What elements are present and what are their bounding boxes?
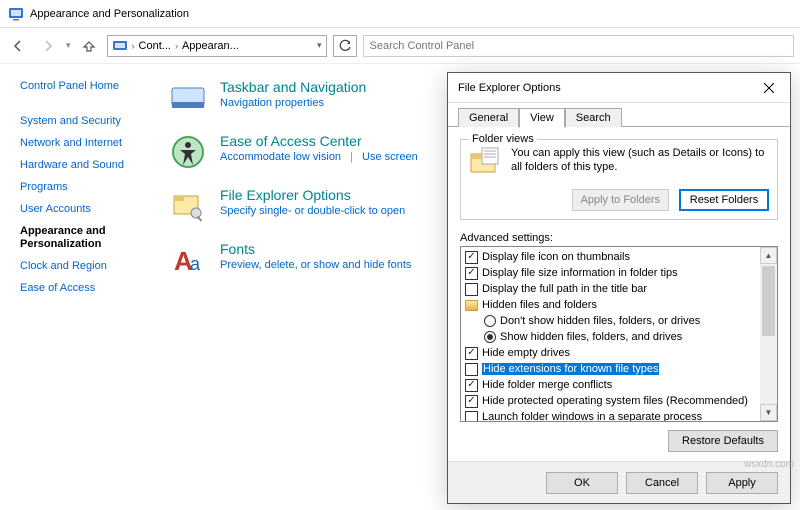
opt-hide-extensions[interactable]: Hide extensions for known file types [482, 363, 659, 375]
scroll-thumb[interactable] [762, 266, 775, 336]
left-nav-clock-region[interactable]: Clock and Region [20, 260, 154, 273]
opt-hide-merge-conflicts[interactable]: Hide folder merge conflicts [482, 379, 612, 391]
opt-launch-separate-process[interactable]: Launch folder windows in a separate proc… [482, 411, 702, 421]
link-accommodate-low-vision[interactable]: Accommodate low vision [220, 151, 341, 163]
breadcrumb-appearance[interactable]: Appearan... [180, 40, 241, 52]
cancel-button[interactable]: Cancel [626, 472, 698, 494]
file-explorer-options-dialog: File Explorer Options General View Searc… [447, 72, 791, 504]
advanced-settings-tree[interactable]: ✓Display file icon on thumbnails ✓Displa… [460, 246, 778, 422]
folder-views-icon [469, 146, 501, 181]
left-nav-hardware-sound[interactable]: Hardware and Sound [20, 159, 154, 172]
dialog-button-row: OK Cancel Apply [448, 461, 790, 503]
tab-search[interactable]: Search [565, 108, 622, 127]
left-nav-appearance-personalization[interactable]: Appearance and Personalization [20, 225, 154, 251]
forward-button[interactable] [36, 34, 60, 58]
back-button[interactable] [6, 34, 30, 58]
advanced-settings-label: Advanced settings: [460, 232, 778, 244]
ok-button[interactable]: OK [546, 472, 618, 494]
file-explorer-options-icon [168, 186, 208, 226]
refresh-button[interactable] [333, 35, 357, 57]
apply-button[interactable]: Apply [706, 472, 778, 494]
opt-hide-protected-os-files[interactable]: Hide protected operating system files (R… [482, 395, 748, 407]
reset-folders-button[interactable]: Reset Folders [679, 189, 769, 211]
history-chevron-icon[interactable]: ▾ [66, 40, 71, 51]
fonts-icon: Aa [168, 240, 208, 280]
left-nav-user-accounts[interactable]: User Accounts [20, 203, 154, 216]
dialog-title: File Explorer Options [458, 82, 748, 94]
link-single-double-click[interactable]: Specify single- or double-click to open [220, 205, 405, 217]
scroll-up-button[interactable]: ▲ [760, 247, 777, 264]
opt-display-file-size[interactable]: Display file size information in folder … [482, 267, 678, 279]
left-nav-network-internet[interactable]: Network and Internet [20, 137, 154, 150]
chevron-right-icon[interactable]: › [173, 41, 180, 51]
close-button[interactable] [748, 74, 790, 102]
folder-icon [465, 300, 478, 311]
search-input[interactable] [363, 35, 794, 57]
taskbar-icon [168, 78, 208, 118]
opt-hide-empty-drives[interactable]: Hide empty drives [482, 347, 570, 359]
opt-dont-show-hidden[interactable]: Don't show hidden files, folders, or dri… [500, 315, 700, 327]
tab-general[interactable]: General [458, 108, 519, 127]
window-titlebar: Appearance and Personalization [0, 0, 800, 28]
chevron-down-icon[interactable]: ▾ [315, 40, 324, 51]
window-title: Appearance and Personalization [30, 8, 189, 20]
svg-text:a: a [190, 254, 201, 274]
link-fonts-preview[interactable]: Preview, delete, or show and hide fonts [220, 259, 411, 271]
ease-of-access-icon [168, 132, 208, 172]
control-panel-home-link[interactable]: Control Panel Home [20, 80, 154, 93]
navigation-toolbar: ▾ › Cont... › Appearan... ▾ [0, 28, 800, 64]
left-nav-system-security[interactable]: System and Security [20, 115, 154, 128]
control-panel-tiny-icon [112, 38, 128, 54]
dialog-titlebar[interactable]: File Explorer Options [448, 73, 790, 103]
opt-show-hidden[interactable]: Show hidden files, folders, and drives [500, 331, 682, 343]
chevron-right-icon[interactable]: › [130, 41, 137, 51]
up-button[interactable] [77, 34, 101, 58]
opt-hidden-files-folder: Hidden files and folders [482, 299, 597, 311]
left-nav: Control Panel Home System and Security N… [0, 64, 158, 510]
left-nav-programs[interactable]: Programs [20, 181, 154, 194]
apply-to-folders-button[interactable]: Apply to Folders [572, 189, 669, 211]
folder-views-description: You can apply this view (such as Details… [511, 146, 769, 174]
tab-strip: General View Search [448, 103, 790, 127]
breadcrumb-control-panel[interactable]: Cont... [137, 40, 173, 52]
scroll-down-button[interactable]: ▼ [760, 404, 777, 421]
restore-defaults-button[interactable]: Restore Defaults [668, 430, 778, 452]
tree-scrollbar[interactable]: ▲ ▼ [760, 247, 777, 421]
opt-display-file-icon[interactable]: Display file icon on thumbnails [482, 251, 630, 263]
opt-display-full-path[interactable]: Display the full path in the title bar [482, 283, 647, 295]
link-use-screen-reader[interactable]: Use screen [362, 151, 418, 163]
link-navigation-properties[interactable]: Navigation properties [220, 97, 324, 109]
address-bar[interactable]: › Cont... › Appearan... ▾ [107, 35, 327, 57]
control-panel-icon [8, 6, 24, 22]
left-nav-ease-of-access[interactable]: Ease of Access [20, 282, 154, 295]
folder-views-legend: Folder views [469, 133, 537, 145]
folder-views-group: Folder views You can apply this view (su… [460, 139, 778, 220]
tab-view[interactable]: View [519, 108, 565, 128]
